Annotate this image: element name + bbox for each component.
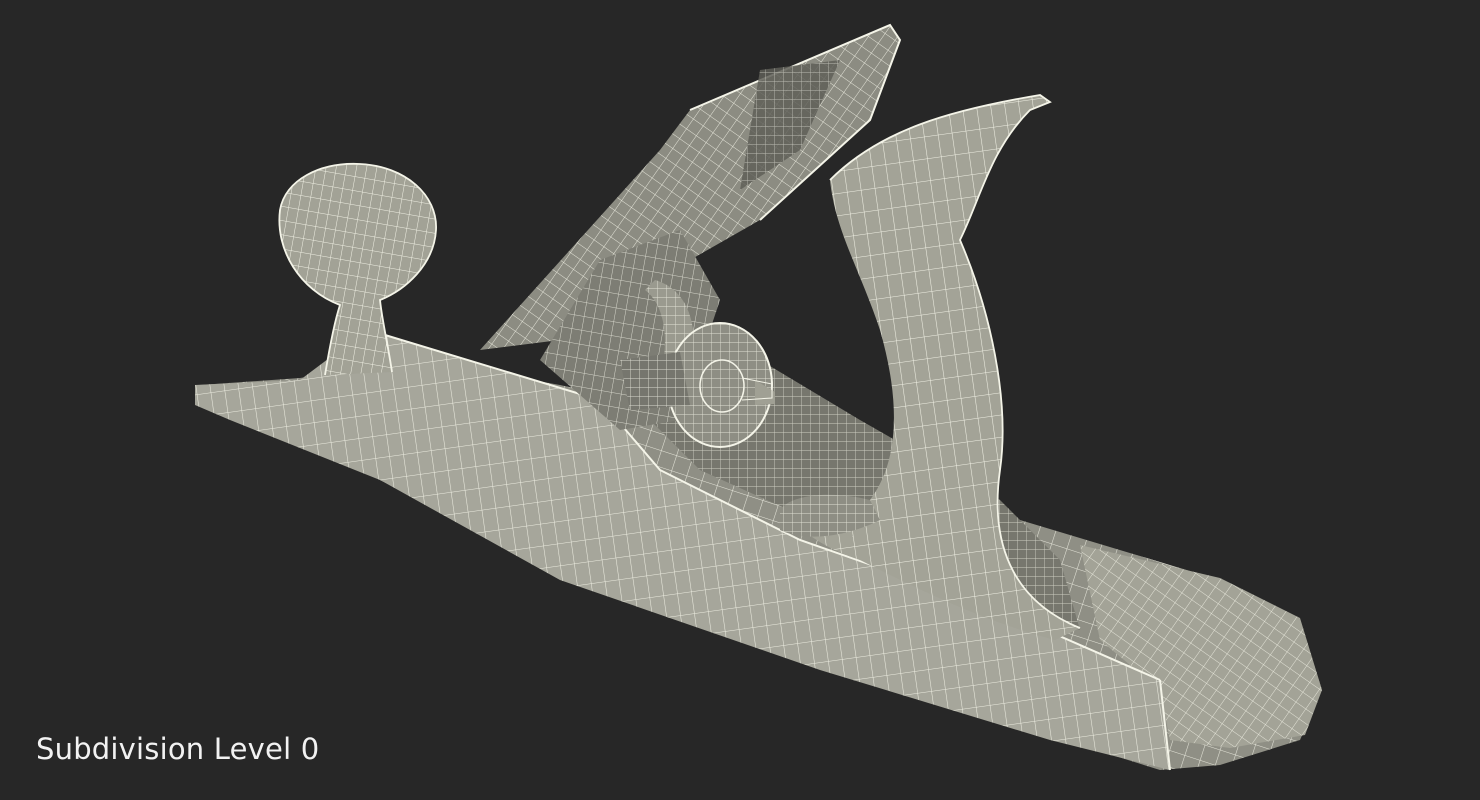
render-viewport: Subdivision Level 0: [0, 0, 1480, 800]
subdivision-level-label: Subdivision Level 0: [36, 732, 320, 766]
hand-plane-wireframe-render: [195, 23, 1322, 771]
